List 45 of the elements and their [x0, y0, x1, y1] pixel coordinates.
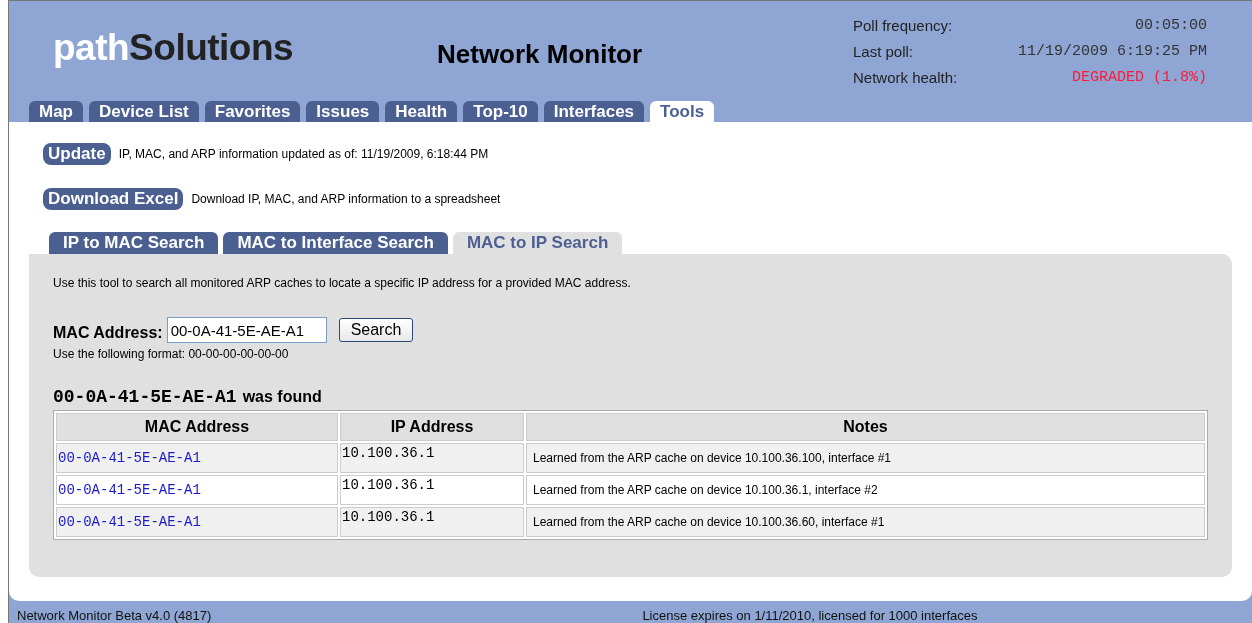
search-tab[interactable]: MAC to IP Search: [452, 232, 623, 254]
action-button[interactable]: Update: [43, 142, 111, 165]
nav-tab[interactable]: Device List: [89, 101, 199, 122]
table-cell: Learned from the ARP cache on device 10.100.36.60, interface #1: [526, 507, 1205, 537]
poll-label: Poll frequency:: [853, 17, 953, 36]
column-header: Notes: [526, 413, 1205, 441]
field-label: MAC Address:: [53, 324, 163, 342]
mac-input-field[interactable]: 00-0A-41-5E-AE-A1: [166, 317, 327, 343]
poll-value: DEGRADED (1.8%): [1071, 69, 1207, 88]
nav-tab[interactable]: Interfaces: [543, 101, 645, 122]
table-cell: 10.100.36.1: [340, 507, 524, 537]
mac-link[interactable]: 00-0A-41-5E-AE-A1: [58, 450, 201, 466]
column-header: IP Address: [340, 413, 524, 441]
poll-label: Last poll:: [853, 43, 914, 62]
action-button[interactable]: Download Excel: [43, 187, 184, 210]
license-text: License expires on 1/11/2010, licensed for 1000 interfaces: [642, 608, 978, 623]
column-header: MAC Address: [56, 413, 338, 441]
nav-tab[interactable]: Top-10: [463, 101, 538, 122]
table-cell: 10.100.36.1: [340, 443, 524, 473]
action-description: IP, MAC, and ARP information updated as of: 11/19/2009, 6:18:44 PM: [118, 146, 489, 161]
nav-tab[interactable]: Map: [29, 101, 83, 122]
poll-value: 11/19/2009 6:19:25 PM: [1017, 43, 1207, 62]
nav-tab[interactable]: Tools: [650, 101, 715, 122]
poll-value: 00:05:00: [1135, 17, 1207, 36]
version-text: Network Monitor Beta v4.0 (4817): [17, 608, 212, 623]
result-text: was found: [242, 388, 322, 406]
result-mac: 00-0A-41-5E-AE-A1: [53, 387, 237, 407]
search-button[interactable]: Search: [338, 318, 414, 342]
poll-label: Network health:: [853, 69, 958, 88]
logo-text: path: [53, 27, 130, 68]
table-cell: Learned from the ARP cache on device 10.100.36.100, interface #1: [526, 443, 1205, 473]
tool-description: Use this tool to search all monitored ARP caches to locate a specific IP address for a provided MAC address.: [53, 276, 632, 290]
table-cell: Learned from the ARP cache on device 10.100.36.1, interface #2: [526, 475, 1205, 505]
search-tab[interactable]: IP to MAC Search: [49, 232, 219, 254]
nav-tab[interactable]: Issues: [306, 101, 380, 122]
nav-tab[interactable]: Favorites: [204, 101, 301, 122]
table-cell: 10.100.36.1: [340, 475, 524, 505]
action-description: Download IP, MAC, and ARP information to a spreadsheet: [191, 191, 501, 206]
format-hint: Use the following format: 00-00-00-00-00-00: [53, 347, 290, 361]
search-tab[interactable]: MAC to Interface Search: [223, 232, 448, 254]
mac-link[interactable]: 00-0A-41-5E-AE-A1: [58, 482, 201, 498]
app-title: Network Monitor: [437, 39, 644, 70]
logo-text: Solutions: [129, 27, 294, 68]
mac-link[interactable]: 00-0A-41-5E-AE-A1: [58, 514, 201, 530]
nav-tab[interactable]: Health: [385, 101, 458, 122]
